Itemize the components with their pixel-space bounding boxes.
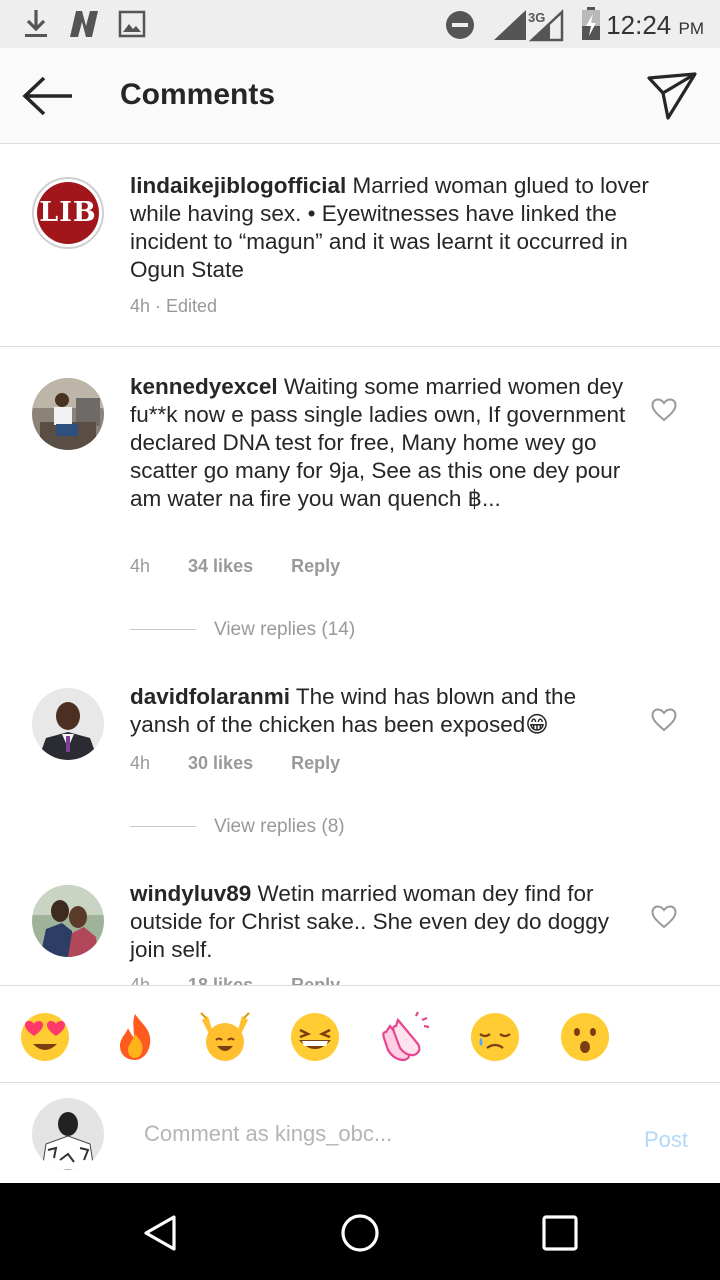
clapping-hands-emoji[interactable]	[378, 1010, 432, 1064]
comment-input[interactable]	[144, 1121, 584, 1147]
like-heart-icon[interactable]	[651, 398, 677, 422]
reply-button[interactable]: Reply	[291, 556, 340, 576]
status-time: 12:24 PM	[606, 10, 704, 40]
fire-emoji[interactable]	[108, 1010, 162, 1064]
post-button[interactable]: Post	[644, 1127, 688, 1153]
comment-text: davidfolaranmi The wind has blown and th…	[130, 683, 630, 739]
comment-meta: 4h 30 likes Reply	[130, 753, 340, 774]
view-replies[interactable]: View replies (14)	[130, 619, 355, 641]
send-icon[interactable]	[646, 70, 698, 122]
likes-count[interactable]: 34 likes	[188, 556, 253, 576]
like-heart-icon[interactable]	[651, 905, 677, 929]
image-icon	[118, 10, 146, 38]
comment-meta: 4h 34 likes Reply	[130, 556, 340, 577]
comment-input-bar: Post	[0, 1083, 720, 1183]
like-heart-icon[interactable]	[651, 708, 677, 732]
comment-username[interactable]: kennedyexcel	[130, 374, 278, 399]
divider-line	[130, 826, 196, 828]
avatar	[32, 1098, 104, 1170]
caption-text: lindaikejiblogofficial Married woman glu…	[130, 172, 670, 284]
avatar[interactable]: LIB	[32, 177, 104, 249]
comment-username[interactable]: windyluv89	[130, 881, 251, 906]
post-caption: LIB lindaikejiblogofficial Married woman…	[0, 145, 720, 347]
lib-logo: LIB	[37, 182, 99, 244]
comment-text: kennedyexcel Waiting some married women …	[130, 373, 630, 513]
do-not-disturb-icon	[446, 11, 474, 39]
network-type-label: 3G	[528, 10, 545, 25]
page-title: Comments	[120, 78, 276, 111]
download-icon	[25, 10, 47, 37]
comment-username[interactable]: davidfolaranmi	[130, 684, 290, 709]
likes-count[interactable]: 30 likes	[188, 753, 253, 773]
battery-charging-icon	[582, 7, 600, 40]
view-replies-label[interactable]: View replies (14)	[214, 619, 355, 640]
heart-eyes-emoji[interactable]	[18, 1010, 72, 1064]
view-replies-label[interactable]: View replies (8)	[214, 816, 345, 837]
status-bar: 3G 12:24 PM	[0, 0, 720, 48]
back-triangle-icon[interactable]	[140, 1213, 180, 1253]
caption-username[interactable]: lindaikejiblogofficial	[130, 173, 346, 198]
divider-line	[130, 629, 196, 631]
crying-face-emoji[interactable]	[468, 1010, 522, 1064]
avatar[interactable]	[32, 885, 104, 957]
comment-time: 4h	[130, 753, 151, 773]
caption-meta: 4h · Edited	[130, 296, 218, 316]
back-arrow-icon[interactable]	[20, 74, 76, 118]
app-bar: Comments	[0, 48, 720, 144]
avatar[interactable]	[32, 688, 104, 760]
n-app-icon	[70, 11, 98, 37]
avatar[interactable]	[32, 378, 104, 450]
signal-icon: 3G	[494, 9, 564, 42]
comment-text: windyluv89 Wetin married woman dey find …	[130, 880, 630, 964]
recents-square-icon[interactable]	[540, 1213, 580, 1253]
grinning-squint-emoji[interactable]	[288, 1010, 342, 1064]
home-circle-icon[interactable]	[340, 1213, 380, 1253]
comment-time: 4h	[130, 556, 151, 576]
system-nav-bar	[0, 1183, 720, 1280]
surprised-face-emoji[interactable]	[558, 1010, 612, 1064]
reply-button[interactable]: Reply	[291, 753, 340, 773]
emoji-bar	[0, 985, 720, 1083]
view-replies[interactable]: View replies (8)	[130, 816, 345, 838]
raised-hands-emoji[interactable]	[198, 1010, 252, 1064]
